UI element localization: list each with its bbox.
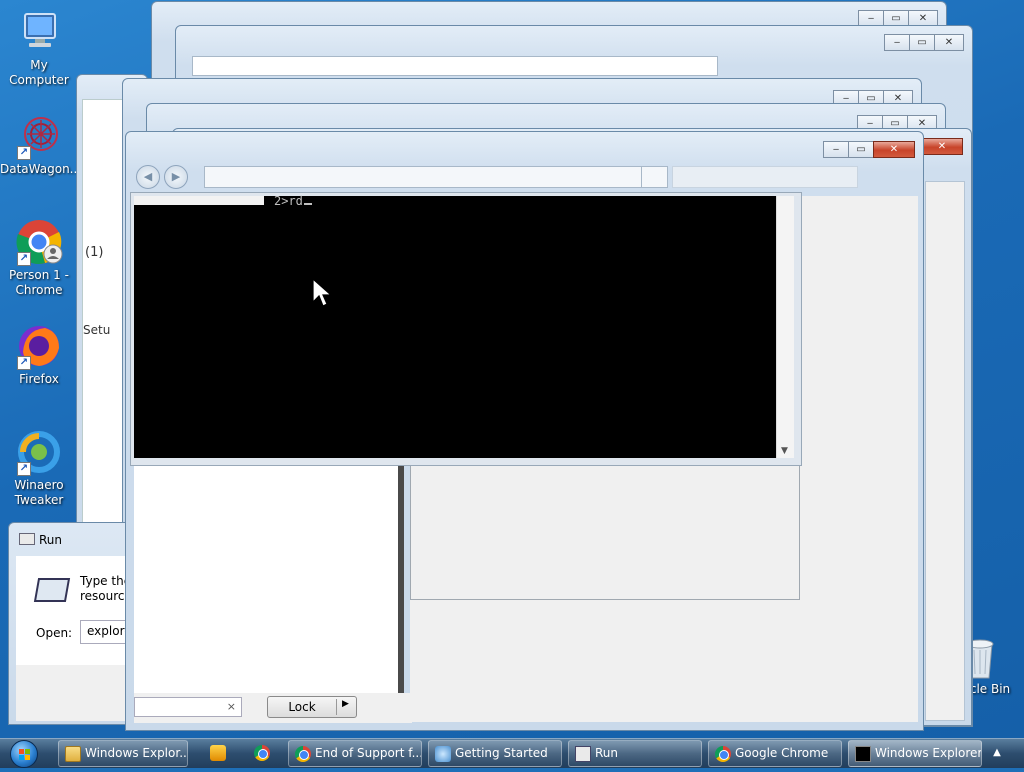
chrome-icon xyxy=(295,746,311,762)
maximize-icon[interactable]: ▭ xyxy=(909,34,935,51)
back-arrow-icon[interactable]: ◀ xyxy=(136,165,160,189)
forward-arrow-icon[interactable]: ▶ xyxy=(164,165,188,189)
desktop: My Computer ↗ DataWagon... ↗ Person 1 - … xyxy=(0,0,1024,738)
window-content-area xyxy=(925,181,965,721)
taskbar-button-end-of-support[interactable]: End of Support f... xyxy=(288,740,422,767)
text-cursor xyxy=(303,203,312,205)
command-console[interactable]: 2>rd xyxy=(134,194,776,458)
desktop-icon-my-computer[interactable]: My Computer xyxy=(0,8,78,88)
datawagon-icon: ↗ xyxy=(15,112,63,160)
computer-icon xyxy=(15,8,63,56)
media-player-icon xyxy=(210,745,226,761)
filter-input[interactable]: × xyxy=(134,697,242,717)
getting-started-icon xyxy=(435,746,451,762)
chrome-icon: ↗ xyxy=(15,218,63,266)
setup-label: Setu xyxy=(83,323,111,337)
open-label: Open: xyxy=(36,626,73,640)
chrome-icon xyxy=(715,746,731,762)
taskbar-button-label: Getting Started xyxy=(455,746,548,760)
desktop-icon-label: Winaero Tweaker xyxy=(14,478,64,507)
console-icon xyxy=(855,746,871,762)
taskbar-button-label: Windows Explorer xyxy=(875,746,982,760)
console-selection-strip xyxy=(134,196,264,205)
desktop-icon-winaero[interactable]: ↗ Winaero Tweaker xyxy=(0,428,78,508)
item-count-label: (1) xyxy=(85,245,104,260)
winaero-tweaker-icon: ↗ xyxy=(15,428,63,476)
desktop-icon-datawagon[interactable]: ↗ DataWagon... xyxy=(0,112,82,177)
lock-options-arrow-icon[interactable]: ▶ xyxy=(342,699,349,709)
taskbar-button-label: Google Chrome xyxy=(735,746,829,760)
windows-logo-icon xyxy=(10,740,38,768)
shortcut-arrow-icon: ↗ xyxy=(17,356,31,370)
desktop-icon-label: My Computer xyxy=(9,58,69,87)
taskbar-pin-media-player[interactable] xyxy=(202,740,234,767)
console-prompt: 2>rd xyxy=(274,194,312,208)
chrome-icon xyxy=(254,745,270,761)
window-caption-buttons: ‒ ▭ ✕ xyxy=(884,34,964,51)
folder-icon xyxy=(65,746,81,762)
close-icon[interactable]: ✕ xyxy=(934,34,964,51)
taskbar-button-run[interactable]: Run xyxy=(568,740,702,767)
run-dialog-title: Run xyxy=(39,533,63,547)
desktop-icon-firefox[interactable]: ↗ Firefox xyxy=(0,322,78,387)
address-bar[interactable] xyxy=(204,166,668,188)
run-program-icon xyxy=(33,578,71,602)
console-scrollbar[interactable]: ▼ xyxy=(776,196,794,458)
shortcut-arrow-icon: ↗ xyxy=(17,146,31,160)
show-hidden-icons-arrow[interactable]: ▲ xyxy=(986,740,1008,767)
desktop-icon-chrome-person[interactable]: ↗ Person 1 - Chrome xyxy=(0,218,78,298)
address-divider xyxy=(641,167,642,187)
minimize-icon[interactable]: ‒ xyxy=(884,34,910,51)
start-button[interactable] xyxy=(6,739,46,768)
firefox-icon: ↗ xyxy=(15,322,63,370)
lock-button[interactable]: Lock ▶ xyxy=(267,696,357,718)
taskbar-button-windows-explorer-1[interactable]: Windows Explor... xyxy=(58,740,188,767)
minimize-icon[interactable]: ‒ xyxy=(823,141,849,158)
close-icon[interactable]: ✕ xyxy=(873,141,915,158)
address-bar[interactable] xyxy=(192,56,718,76)
taskbar-button-google-chrome[interactable]: Google Chrome xyxy=(708,740,842,767)
maximize-icon[interactable]: ▭ xyxy=(848,141,874,158)
shortcut-arrow-icon: ↗ xyxy=(17,462,31,476)
run-icon xyxy=(19,533,35,545)
clear-search-icon[interactable]: × xyxy=(227,700,236,713)
close-icon[interactable]: ✕ xyxy=(921,138,963,155)
taskbar-button-windows-explorer-2[interactable]: Windows Explorer xyxy=(848,740,982,767)
lock-button-divider xyxy=(336,699,337,715)
taskbar-button-label: Run xyxy=(595,746,619,760)
taskbar-button-label: Windows Explor... xyxy=(85,746,188,760)
desktop-icon-label: Person 1 - Chrome xyxy=(9,268,69,297)
window-caption-buttons: ✕ xyxy=(921,138,963,155)
scroll-down-icon[interactable]: ▼ xyxy=(781,446,788,456)
window-caption-buttons: ‒ ▭ ✕ xyxy=(823,141,915,158)
run-icon xyxy=(575,746,591,762)
taskbar-button-label: End of Support f... xyxy=(315,746,422,760)
lock-button-label: Lock xyxy=(288,700,316,714)
explorer-navigation-pane xyxy=(134,466,404,722)
inner-window-frame xyxy=(410,466,800,600)
taskbar-pin-chrome[interactable] xyxy=(246,740,278,767)
desktop-icon-label: Firefox xyxy=(19,372,59,386)
taskbar-button-getting-started[interactable]: Getting Started xyxy=(428,740,562,767)
search-input[interactable] xyxy=(672,166,858,188)
shortcut-arrow-icon: ↗ xyxy=(17,252,31,266)
desktop-icon-label: DataWagon... xyxy=(0,162,82,176)
